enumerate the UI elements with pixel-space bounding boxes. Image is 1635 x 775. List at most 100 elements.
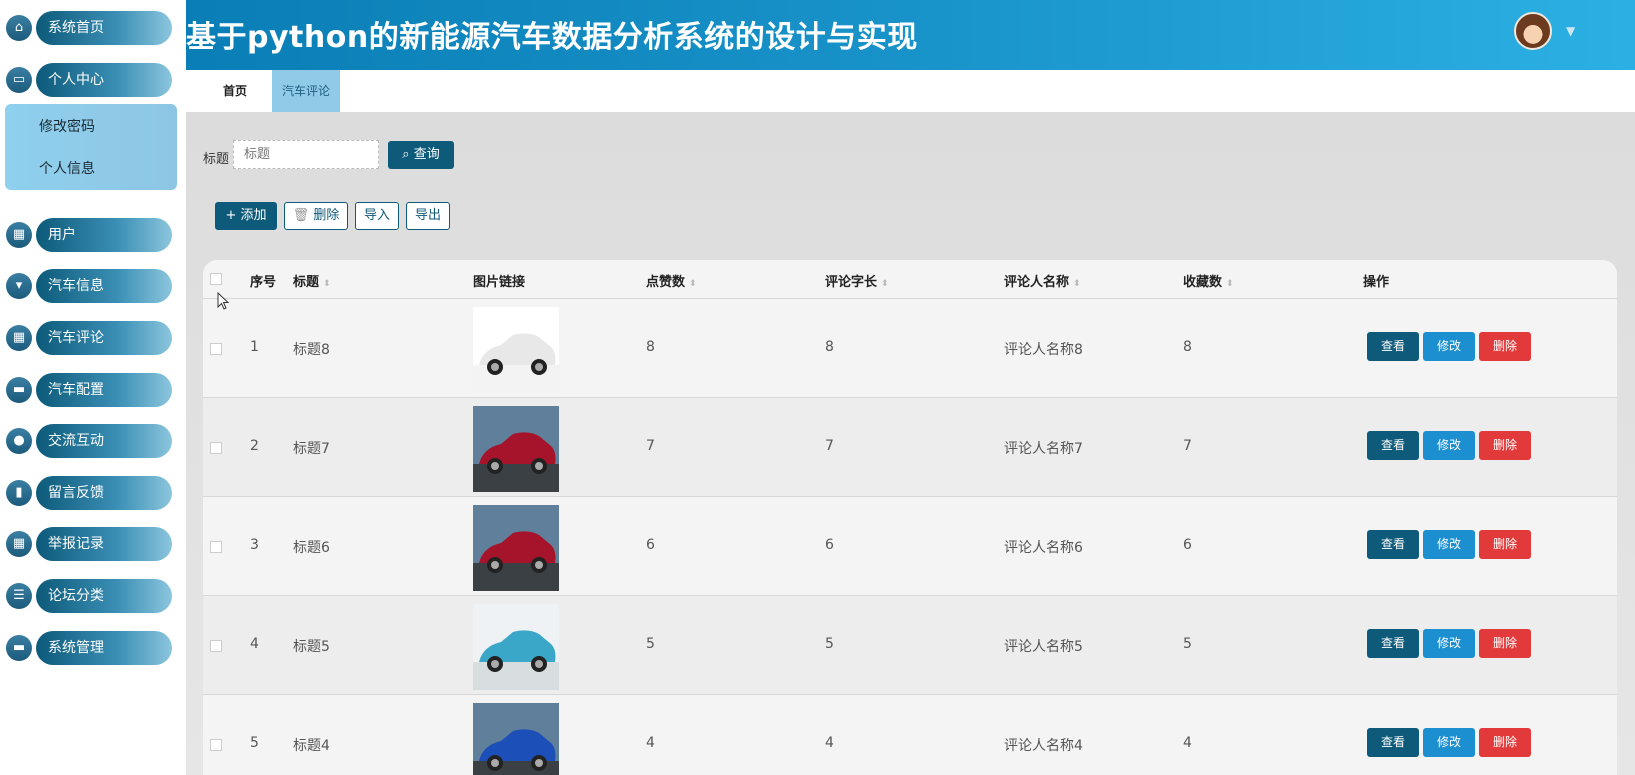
cell-comment-length: 6 xyxy=(825,537,834,553)
cell-likes: 8 xyxy=(646,339,655,355)
nav-car-comments[interactable]: ▦ 汽车评论 xyxy=(6,321,172,355)
row-checkbox[interactable] xyxy=(210,640,222,652)
header-actions: 操作 xyxy=(1363,275,1390,290)
view-button[interactable]: 查看 xyxy=(1367,629,1419,658)
edit-button[interactable]: 修改 xyxy=(1423,431,1475,460)
grid-icon: ▦ xyxy=(6,325,32,351)
cell-commenter: 评论人名称6 xyxy=(1004,540,1083,556)
row-checkbox[interactable] xyxy=(210,343,222,355)
header-favorites[interactable]: 收藏数 ⬍ xyxy=(1183,271,1234,290)
chevron-down-icon[interactable]: ▼ xyxy=(1566,24,1575,38)
nav-car-comments-label: 汽车评论 xyxy=(36,321,172,355)
row-delete-button[interactable]: 删除 xyxy=(1479,332,1531,361)
nav-system-admin-label: 系统管理 xyxy=(36,631,172,665)
pin-icon: ▾ xyxy=(6,273,32,299)
cell-title: 标题8 xyxy=(293,342,330,358)
cell-index: 3 xyxy=(250,537,259,553)
header-commenter[interactable]: 评论人名称 ⬍ xyxy=(1004,271,1081,290)
cell-comment-length: 5 xyxy=(825,636,834,652)
grid-icon: ▦ xyxy=(6,531,32,557)
query-button[interactable]: ⌕ 查询 xyxy=(388,141,454,169)
car-image xyxy=(473,505,559,591)
personal-submenu: 修改密码 个人信息 xyxy=(5,104,177,190)
data-table: 序号 标题 ⬍ 图片链接 点赞数 ⬍ 评论字长 ⬍ 评论人名称 ⬍ 收藏数 ⬍ 操作 1标… xyxy=(203,260,1617,775)
row-delete-button[interactable]: 删除 xyxy=(1479,431,1531,460)
cell-commenter: 评论人名称5 xyxy=(1004,639,1083,655)
search-input[interactable] xyxy=(233,140,379,169)
header-commenter-label: 评论人名称 xyxy=(1004,275,1070,290)
export-button[interactable]: 导出 xyxy=(406,202,450,230)
add-button[interactable]: + 添加 xyxy=(215,202,277,230)
table-header: 序号 标题 ⬍ 图片链接 点赞数 ⬍ 评论字长 ⬍ 评论人名称 ⬍ 收藏数 ⬍ 操作 xyxy=(203,260,1617,298)
nav-forum-category[interactable]: ☰ 论坛分类 xyxy=(6,579,172,613)
search-label: 标题 xyxy=(203,152,230,167)
cell-commenter: 评论人名称7 xyxy=(1004,441,1083,457)
nav-personal-center[interactable]: ▭ 个人中心 xyxy=(6,63,172,97)
sort-icon[interactable]: ⬍ xyxy=(881,279,889,289)
header-likes[interactable]: 点赞数 ⬍ xyxy=(646,271,697,290)
nav-system-admin[interactable]: ▬ 系统管理 xyxy=(6,631,172,665)
cell-comment-length: 4 xyxy=(825,735,834,751)
header-comment-length[interactable]: 评论字长 ⬍ xyxy=(825,271,889,290)
row-delete-button[interactable]: 删除 xyxy=(1479,530,1531,559)
header-index: 序号 xyxy=(250,275,277,290)
cell-title: 标题6 xyxy=(293,540,330,556)
row-checkbox[interactable] xyxy=(210,739,222,751)
nav-car-config-label: 汽车配置 xyxy=(36,373,172,407)
nav-users-label: 用户 xyxy=(36,218,172,252)
cell-index: 2 xyxy=(250,438,259,454)
submenu-change-password[interactable]: 修改密码 xyxy=(39,116,95,136)
import-button[interactable]: 导入 xyxy=(355,202,399,230)
nav-home[interactable]: ⌂ 系统首页 xyxy=(6,11,172,45)
cell-commenter: 评论人名称8 xyxy=(1004,342,1083,358)
edit-button[interactable]: 修改 xyxy=(1423,530,1475,559)
add-button-label: 添加 xyxy=(240,208,267,223)
view-button[interactable]: 查看 xyxy=(1367,530,1419,559)
wallet-icon: ▭ xyxy=(6,67,32,93)
row-checkbox[interactable] xyxy=(210,442,222,454)
nav-users[interactable]: ▦ 用户 xyxy=(6,218,172,252)
nav-reports[interactable]: ▦ 举报记录 xyxy=(6,527,172,561)
header-image-link: 图片链接 xyxy=(473,275,526,290)
edit-button[interactable]: 修改 xyxy=(1423,332,1475,361)
tab-home[interactable]: 首页 xyxy=(210,70,260,112)
sort-icon[interactable]: ⬍ xyxy=(689,279,697,289)
nav-feedback[interactable]: ▮ 留言反馈 xyxy=(6,476,172,510)
row-delete-button[interactable]: 删除 xyxy=(1479,728,1531,757)
header-comment-length-label: 评论字长 xyxy=(825,275,878,290)
sort-icon[interactable]: ⬍ xyxy=(1073,279,1081,289)
view-button[interactable]: 查看 xyxy=(1367,728,1419,757)
cell-title: 标题4 xyxy=(293,738,330,754)
list-icon: ☰ xyxy=(6,583,32,609)
grid-icon: ▦ xyxy=(6,222,32,248)
bulb-icon: ● xyxy=(6,428,32,454)
edit-button[interactable]: 修改 xyxy=(1423,728,1475,757)
table-row: 1 标题8 8 8 评论人名称8 8 查看 修改 删除 xyxy=(203,298,1617,397)
row-checkbox[interactable] xyxy=(210,541,222,553)
nav-forum-category-label: 论坛分类 xyxy=(36,579,172,613)
header: 基于python的新能源汽车数据分析系统的设计与实现 ▼ xyxy=(186,0,1635,70)
select-all-checkbox[interactable] xyxy=(210,273,222,285)
cell-comment-length: 8 xyxy=(825,339,834,355)
nav-car-info[interactable]: ▾ 汽车信息 xyxy=(6,269,172,303)
sort-icon[interactable]: ⬍ xyxy=(1226,279,1234,289)
query-button-label: 查询 xyxy=(413,147,440,162)
nav-interaction[interactable]: ● 交流互动 xyxy=(6,424,172,458)
header-title[interactable]: 标题 ⬍ xyxy=(293,271,331,290)
cell-likes: 4 xyxy=(646,735,655,751)
row-delete-button[interactable]: 删除 xyxy=(1479,629,1531,658)
view-button[interactable]: 查看 xyxy=(1367,332,1419,361)
tab-car-comments[interactable]: 汽车评论 xyxy=(272,70,340,112)
avatar[interactable] xyxy=(1514,12,1552,50)
view-button[interactable]: 查看 xyxy=(1367,431,1419,460)
submenu-personal-info[interactable]: 个人信息 xyxy=(39,158,95,178)
cell-index: 5 xyxy=(250,735,259,751)
cell-likes: 5 xyxy=(646,636,655,652)
delete-button[interactable]: 🗑 删除 xyxy=(284,202,348,230)
edit-button[interactable]: 修改 xyxy=(1423,629,1475,658)
tab-bar: 首页 汽车评论 xyxy=(186,70,1635,112)
sort-icon[interactable]: ⬍ xyxy=(323,279,331,289)
cell-title: 标题7 xyxy=(293,441,330,457)
trash-icon: 🗑 xyxy=(292,208,310,223)
nav-car-config[interactable]: ▬ 汽车配置 xyxy=(6,373,172,407)
